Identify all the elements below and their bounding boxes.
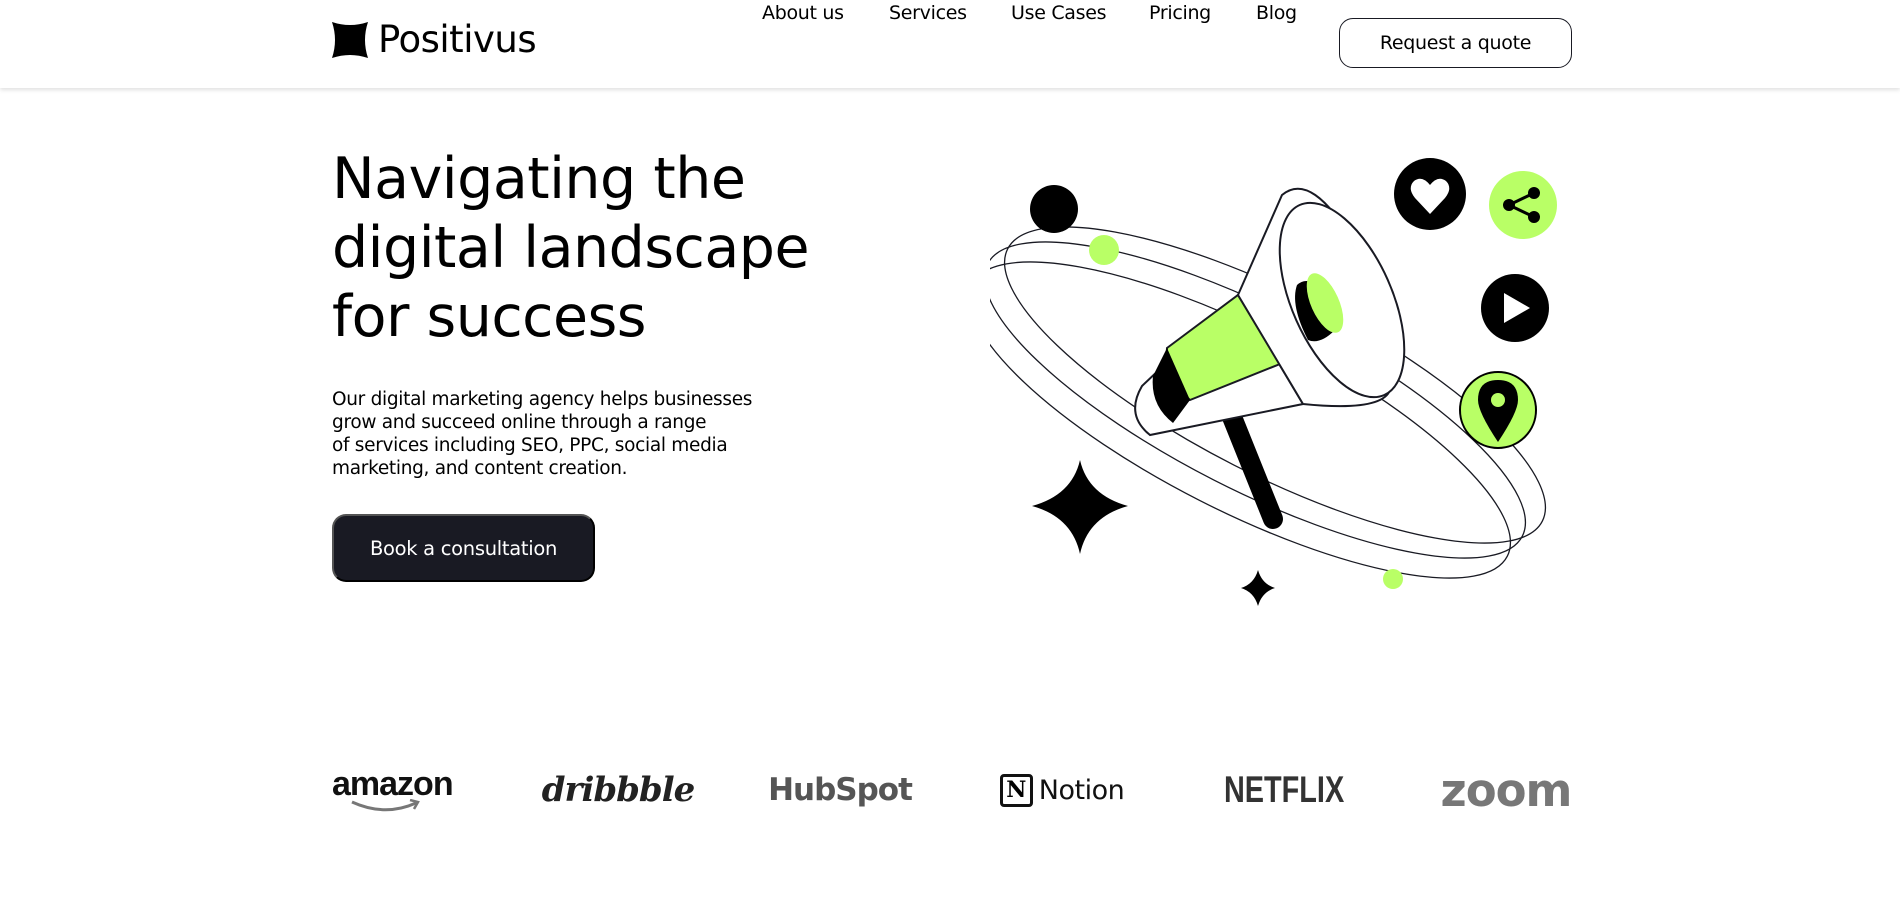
play-icon xyxy=(1481,274,1549,342)
heart-icon xyxy=(1394,158,1466,230)
nav-pricing[interactable]: Pricing xyxy=(1149,0,1211,26)
notion-wordmark: Notion xyxy=(1038,774,1125,806)
hero-title-line: Navigating the xyxy=(332,146,746,212)
hero-title-line: for success xyxy=(332,284,646,350)
megaphone-handle xyxy=(1220,402,1283,529)
amazon-wordmark: amazon xyxy=(332,765,454,803)
nav-use-cases[interactable]: Use Cases xyxy=(1011,0,1107,26)
client-logos: amazon dribbble HubSpot N Notion NETFLIX… xyxy=(0,760,1900,820)
hubspot-wordmark: HubSpot xyxy=(768,772,913,808)
site-header: Positivus About us Services Use Cases Pr… xyxy=(0,0,1900,88)
book-consultation-button[interactable]: Book a consultation xyxy=(332,514,595,582)
green-dot xyxy=(1089,235,1119,265)
location-pin-icon xyxy=(1459,371,1537,449)
netflix-logo: NETFLIX xyxy=(1218,760,1350,820)
black-dot xyxy=(1030,185,1078,233)
zoom-logo: zoom xyxy=(1440,760,1573,820)
share-icon xyxy=(1489,171,1557,239)
hubspot-logo: HubSpot xyxy=(768,760,913,820)
green-dot xyxy=(1383,569,1403,589)
request-quote-button[interactable]: Request a quote xyxy=(1339,18,1572,68)
hero-description: Our digital marketing agency helps busin… xyxy=(332,389,753,479)
nav-blog[interactable]: Blog xyxy=(1256,0,1297,26)
dribbble-logo: dribbble xyxy=(542,760,695,820)
zoom-wordmark: zoom xyxy=(1440,763,1573,817)
nav-about-us[interactable]: About us xyxy=(762,0,844,26)
megaphone-icon xyxy=(1134,187,1406,437)
amazon-smile-icon xyxy=(351,799,420,812)
brand-logo[interactable]: Positivus xyxy=(332,18,537,61)
amazon-logo: amazon xyxy=(332,760,462,820)
notion-logo: N Notion xyxy=(996,760,1128,820)
sparkle-star-icon xyxy=(1241,570,1275,606)
sparkle-star-icon xyxy=(1032,460,1128,554)
netflix-wordmark: NETFLIX xyxy=(1223,769,1345,810)
megaphone-illustration xyxy=(990,158,1557,606)
hero-title-line: digital landscape xyxy=(332,215,810,281)
notion-icon: N xyxy=(999,773,1033,807)
dribbble-wordmark: dribbble xyxy=(541,770,695,810)
hero-title: Navigating the digital landscape for suc… xyxy=(332,145,892,352)
brand-name: Positivus xyxy=(378,18,537,61)
nav-services[interactable]: Services xyxy=(889,0,967,26)
sparkle-star-icon xyxy=(332,22,368,58)
